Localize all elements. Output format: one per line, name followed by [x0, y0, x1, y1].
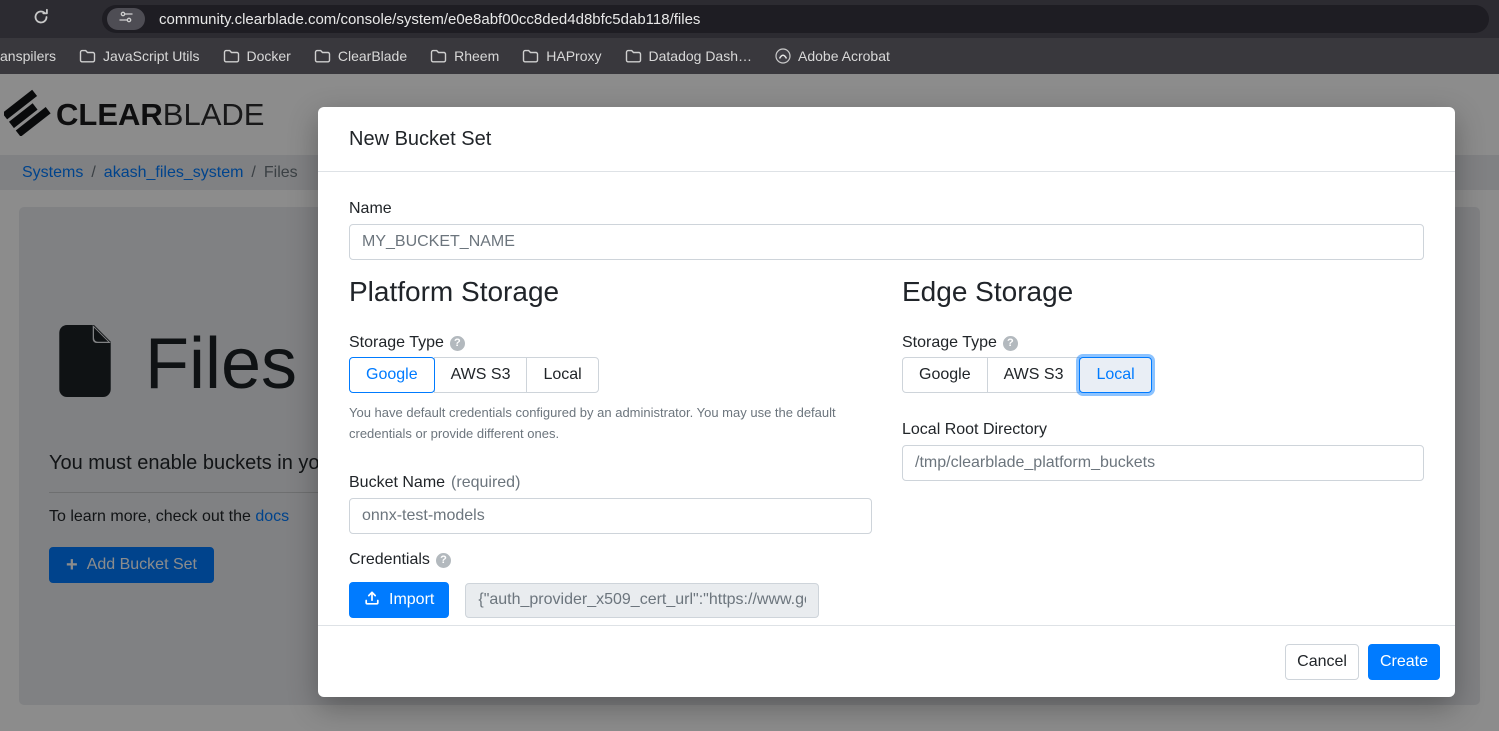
platform-storage-heading: Platform Storage [349, 276, 560, 307]
modal-footer: Cancel Create [318, 625, 1455, 697]
bookmark-label: Datadog Dash… [648, 48, 753, 64]
storage-type-text: Storage Type [902, 334, 997, 351]
edge-storage-google-button[interactable]: Google [902, 357, 988, 393]
platform-storage-google-button[interactable]: Google [349, 357, 435, 393]
modal-title: New Bucket Set [349, 127, 492, 150]
import-credentials-button[interactable]: Import [349, 582, 450, 618]
credentials-label: Credentials ? [349, 551, 872, 569]
new-bucket-set-modal: New Bucket Set Name Platform Storage Sto… [318, 107, 1455, 697]
bookmark-clearblade[interactable]: ClearBlade [314, 48, 407, 64]
credentials-help-text: You have default credentials configured … [349, 405, 836, 441]
bookmarks-bar: anspilers JavaScript Utils Docker ClearB… [0, 38, 1499, 74]
bookmark-transpilers[interactable]: anspilers [0, 48, 56, 64]
bookmark-datadog-dash[interactable]: Datadog Dash… [625, 48, 753, 64]
site-controls-button[interactable] [107, 8, 145, 30]
bookmark-label: JavaScript Utils [103, 48, 200, 64]
storage-type-text: Storage Type [349, 334, 444, 351]
modal-body: Name Platform Storage Storage Type ? Goo… [318, 172, 1455, 625]
page-content: CLEARBLADE Systems / akash_files_system … [0, 74, 1499, 731]
browser-toolbar: community.clearblade.com/console/system/… [0, 0, 1499, 38]
bucket-name-label: Bucket Name (required) [349, 474, 872, 492]
edge-storage-type-label: Storage Type ? [902, 334, 1424, 352]
platform-storage-local-button[interactable]: Local [526, 357, 599, 393]
help-icon[interactable]: ? [435, 552, 451, 568]
folder-icon [79, 49, 96, 63]
credentials-value-field[interactable] [465, 582, 820, 618]
upload-icon [364, 590, 380, 611]
folder-icon [430, 49, 447, 63]
create-button[interactable]: Create [1367, 643, 1440, 680]
edge-storage-type-group: Google AWS S3 Local [902, 357, 1424, 393]
local-root-directory-input[interactable] [902, 445, 1424, 481]
cancel-button[interactable]: Cancel [1285, 643, 1359, 680]
bookmark-label: anspilers [0, 48, 57, 64]
reload-icon [32, 8, 50, 31]
bookmark-label: Docker [246, 48, 291, 64]
address-bar[interactable]: community.clearblade.com/console/system/… [102, 5, 1489, 33]
folder-icon [223, 49, 240, 63]
bookmark-javascript-utils[interactable]: JavaScript Utils [79, 48, 200, 64]
local-root-directory-label: Local Root Directory [902, 421, 1047, 438]
platform-storage-type-group: Google AWS S3 Local [349, 357, 872, 393]
folder-icon [625, 49, 642, 63]
adobe-acrobat-icon [775, 48, 791, 64]
edge-storage-section: Edge Storage Storage Type ? Google AWS S… [902, 276, 1424, 618]
import-label: Import [389, 591, 435, 608]
bucket-name-input[interactable] [349, 498, 872, 534]
help-icon[interactable]: ? [449, 335, 465, 351]
name-input[interactable] [349, 224, 1424, 260]
folder-icon [314, 49, 331, 63]
folder-icon [522, 49, 539, 63]
site-controls-icon [118, 10, 134, 28]
browser-window: community.clearblade.com/console/system/… [0, 0, 1499, 731]
credentials-text: Credentials [349, 551, 430, 568]
platform-storage-section: Platform Storage Storage Type ? Google A… [349, 276, 872, 618]
bookmark-label: Adobe Acrobat [798, 48, 890, 64]
reload-button[interactable] [24, 4, 58, 34]
bookmark-label: ClearBlade [337, 48, 408, 64]
platform-storage-aws-s3-button[interactable]: AWS S3 [433, 357, 528, 393]
name-label: Name [349, 200, 392, 217]
bucket-name-text: Bucket Name [349, 474, 446, 491]
edge-storage-aws-s3-button[interactable]: AWS S3 [986, 357, 1081, 393]
modal-header: New Bucket Set [318, 107, 1455, 172]
edge-storage-heading: Edge Storage [902, 276, 1074, 307]
bookmark-label: Rheem [454, 48, 500, 64]
bucket-name-required: (required) [451, 474, 521, 491]
edge-storage-local-button[interactable]: Local [1079, 357, 1152, 393]
bookmark-haproxy[interactable]: HAProxy [522, 48, 602, 64]
bookmark-adobe-acrobat[interactable]: Adobe Acrobat [775, 48, 890, 64]
bookmark-rheem[interactable]: Rheem [430, 48, 499, 64]
bookmark-label: HAProxy [546, 48, 602, 64]
bookmark-docker[interactable]: Docker [223, 48, 291, 64]
url-text: community.clearblade.com/console/system/… [159, 10, 701, 28]
platform-storage-type-label: Storage Type ? [349, 334, 872, 352]
help-icon[interactable]: ? [1002, 335, 1018, 351]
